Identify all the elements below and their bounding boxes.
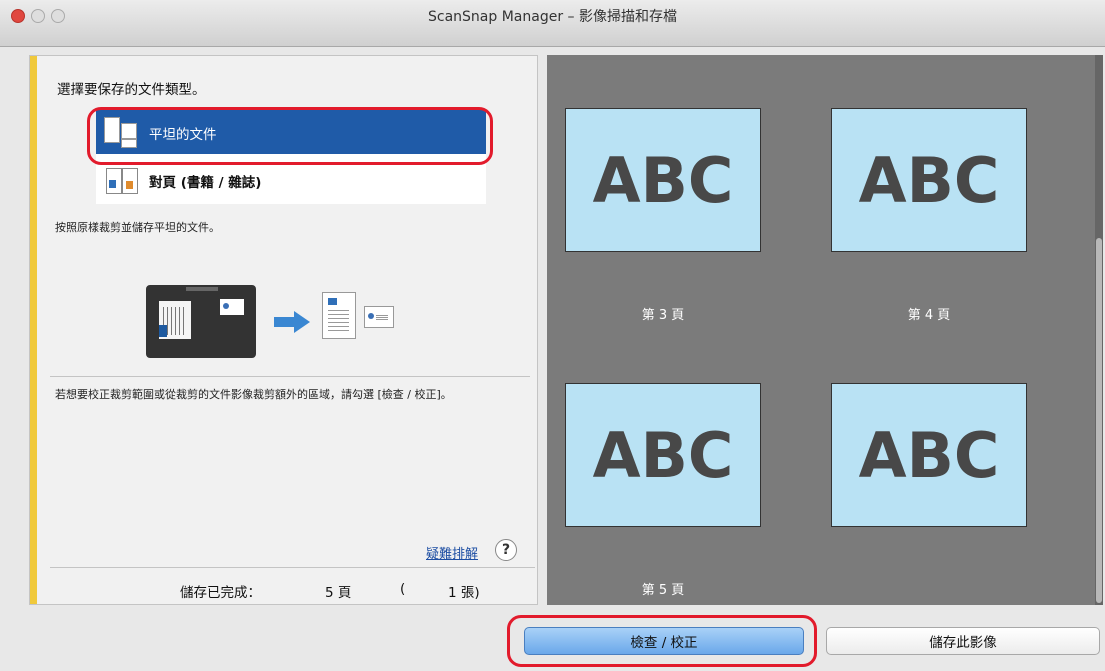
save-status-pages: 5 頁 bbox=[325, 585, 352, 601]
page-label: 第 4 頁 bbox=[907, 308, 951, 323]
help-icon[interactable]: ? bbox=[495, 539, 517, 561]
thumbnail-text: ABC bbox=[858, 143, 1000, 217]
window-title: ScanSnap Manager – 影像掃描和存檔 bbox=[428, 9, 677, 25]
save-image-button[interactable]: 儲存此影像 bbox=[826, 627, 1100, 655]
arrow-right-icon bbox=[274, 311, 312, 333]
title-bar: ScanSnap Manager – 影像掃描和存檔 bbox=[0, 0, 1105, 47]
cropped-card-icon bbox=[364, 306, 394, 328]
doc-type-book-label: 對頁 (書籍 / 雜誌) bbox=[149, 175, 262, 191]
page-thumbnail[interactable]: ABC bbox=[831, 383, 1027, 527]
divider bbox=[50, 376, 530, 377]
page-thumbnail[interactable]: ABC bbox=[565, 383, 761, 527]
thumbnail-text: ABC bbox=[858, 418, 1000, 492]
check-correct-hint: 若想要校正裁剪範圍或從裁剪的文件影像裁剪額外的區域，請勾選 [檢查 / 校正]。 bbox=[55, 388, 452, 401]
preview-scrollbar[interactable] bbox=[1096, 238, 1102, 603]
thumbnail-text: ABC bbox=[592, 143, 734, 217]
troubleshooting-link[interactable]: 疑難排解 bbox=[426, 543, 478, 562]
save-status-paren: ( bbox=[400, 581, 406, 597]
thumbnail-text: ABC bbox=[592, 418, 734, 492]
highlight-annotation bbox=[507, 615, 817, 667]
save-status-sheets: 1 張) bbox=[448, 585, 480, 601]
page-label: 第 5 頁 bbox=[641, 583, 685, 598]
doc-type-description: 按照原樣裁剪並儲存平坦的文件。 bbox=[55, 221, 220, 234]
cropped-document-icon bbox=[322, 292, 356, 339]
page-thumbnail[interactable]: ABC bbox=[831, 108, 1027, 252]
book-spread-icon bbox=[106, 165, 138, 195]
highlight-annotation bbox=[87, 107, 493, 165]
select-type-heading: 選擇要保存的文件類型。 bbox=[57, 82, 206, 98]
scanner-illustration-icon bbox=[146, 285, 256, 358]
save-status-label: 儲存已完成： bbox=[180, 585, 261, 601]
divider bbox=[50, 567, 535, 568]
crop-illustration bbox=[146, 285, 410, 363]
page-thumbnail[interactable]: ABC bbox=[565, 108, 761, 252]
accent-bar bbox=[30, 56, 37, 604]
page-label: 第 3 頁 bbox=[641, 308, 685, 323]
